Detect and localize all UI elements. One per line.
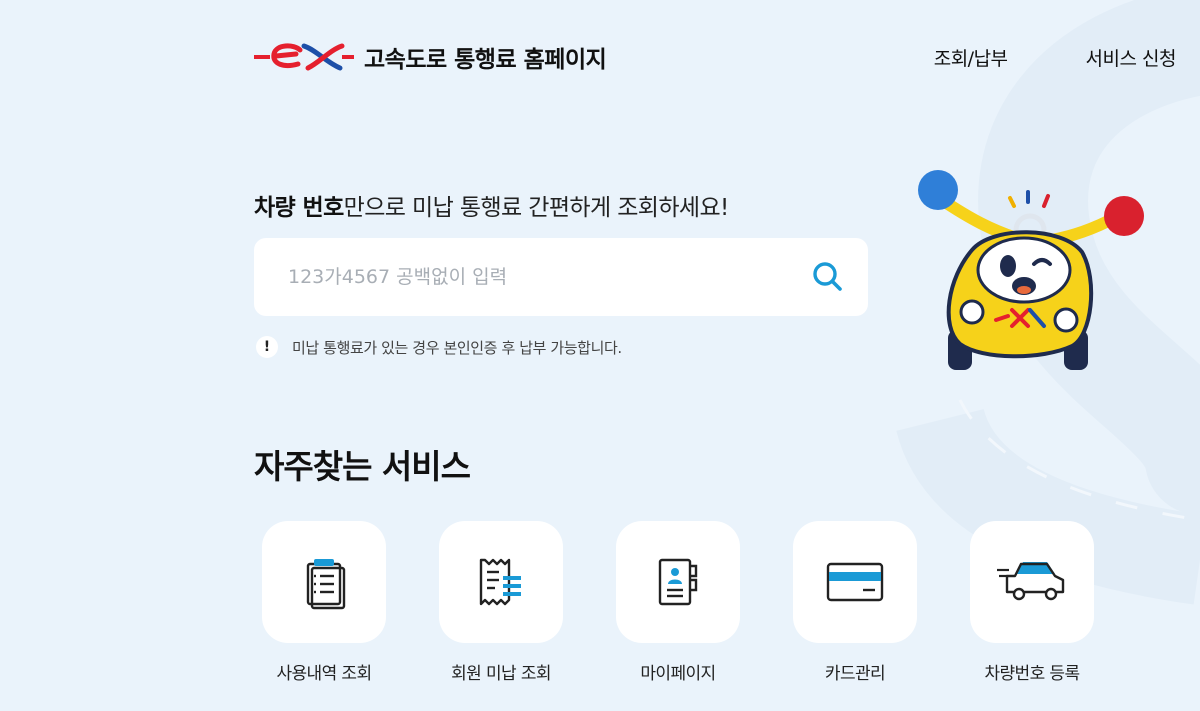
car-icon bbox=[997, 562, 1065, 601]
service-tile[interactable] bbox=[439, 521, 563, 643]
service-tile[interactable] bbox=[262, 521, 386, 643]
service-tile[interactable] bbox=[793, 521, 917, 643]
site-logo[interactable]: 고속도로 통행료 홈페이지 bbox=[254, 40, 607, 74]
exclamation-icon: ! bbox=[256, 336, 278, 358]
service-tile[interactable] bbox=[970, 521, 1094, 643]
service-member-unpaid[interactable]: 회원 미납 조회 bbox=[439, 521, 563, 684]
clipboard-list-icon bbox=[306, 559, 346, 610]
hero-heading: 차량 번호만으로 미납 통행료 간편하게 조회하세요! bbox=[254, 188, 729, 222]
main-nav: 조회/납부 서비스 신청 bbox=[934, 44, 1177, 71]
search-button[interactable] bbox=[788, 238, 868, 316]
notice-text: 미납 통행료가 있는 경우 본인인증 후 납부 가능합니다. bbox=[292, 338, 622, 357]
service-tile[interactable] bbox=[616, 521, 740, 643]
vehicle-search-box bbox=[254, 238, 868, 316]
hero-heading-bold: 차량 번호 bbox=[254, 195, 344, 221]
nav-inquiry-payment[interactable]: 조회/납부 bbox=[934, 44, 1008, 71]
service-mypage[interactable]: 마이페이지 bbox=[616, 521, 740, 684]
frequent-services-title: 자주찾는 서비스 bbox=[254, 447, 471, 486]
service-label: 사용내역 조회 bbox=[276, 664, 372, 684]
vehicle-number-input[interactable] bbox=[254, 238, 788, 316]
ex-mascot-car-icon bbox=[918, 170, 1144, 370]
service-card-management[interactable]: 카드관리 bbox=[793, 521, 917, 684]
payment-notice: ! 미납 통행료가 있는 경우 본인인증 후 납부 가능합니다. bbox=[256, 336, 622, 358]
service-vehicle-registration[interactable]: 차량번호 등록 bbox=[970, 521, 1094, 684]
service-label: 차량번호 등록 bbox=[984, 664, 1080, 684]
service-usage-history[interactable]: 사용내역 조회 bbox=[262, 521, 386, 684]
service-label: 카드관리 bbox=[824, 664, 886, 684]
nav-service-application[interactable]: 서비스 신청 bbox=[1086, 44, 1177, 71]
service-label: 마이페이지 bbox=[640, 664, 716, 684]
site-title: 고속도로 통행료 홈페이지 bbox=[364, 47, 607, 73]
frequent-services-list: 사용내역 조회 회원 미납 조회 마이페이지 카드관리 차량번호 등록 bbox=[262, 521, 1094, 684]
profile-book-icon bbox=[658, 558, 698, 606]
credit-card-icon bbox=[826, 562, 884, 602]
hero-heading-rest: 만으로 미납 통행료 간편하게 조회하세요! bbox=[343, 195, 730, 221]
service-label: 회원 미납 조회 bbox=[451, 664, 551, 684]
ex-logo-icon bbox=[254, 43, 354, 71]
search-icon bbox=[813, 262, 842, 291]
receipt-icon bbox=[479, 558, 521, 606]
